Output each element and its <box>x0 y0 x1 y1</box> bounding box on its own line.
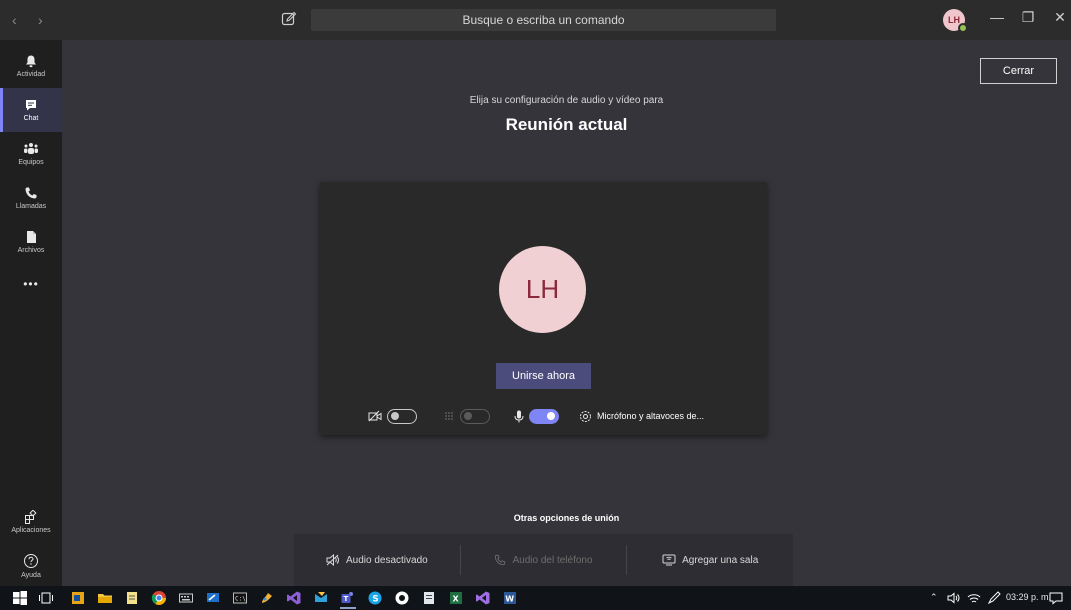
paint-icon[interactable] <box>259 590 275 606</box>
app-rail: Actividad Chat Equipos Llamadas Archivos… <box>0 40 62 586</box>
rail-item-ayuda[interactable]: Ayuda <box>0 544 62 588</box>
back-button[interactable]: ‹ <box>12 12 17 28</box>
file-icon <box>27 231 36 243</box>
skype-icon[interactable]: S <box>367 590 383 606</box>
excel-icon[interactable]: X <box>448 590 464 606</box>
phone-audio-option: Audio del teléfono <box>459 545 627 575</box>
speaker-off-icon <box>326 554 339 566</box>
microphone-icon <box>514 410 524 422</box>
option-label: Audio del teléfono <box>512 554 593 566</box>
wifi-icon[interactable] <box>966 590 982 606</box>
rail-item-label: Equipos <box>18 159 44 166</box>
option-label: Audio desactivado <box>345 554 428 566</box>
github-icon[interactable] <box>394 590 410 606</box>
close-button[interactable]: Cerrar <box>980 58 1057 84</box>
windows-start-icon[interactable] <box>12 590 28 606</box>
rail-item-llamadas[interactable]: Llamadas <box>0 176 62 220</box>
rail-item-label: Actividad <box>16 71 46 78</box>
window-close-button[interactable]: ✕ <box>1050 9 1070 26</box>
keyboard-app-icon[interactable] <box>178 590 194 606</box>
audio-off-option[interactable]: Audio desactivado <box>294 545 460 575</box>
compose-icon[interactable] <box>281 11 297 27</box>
room-icon <box>662 554 676 566</box>
rail-item-label: Llamadas <box>15 203 47 210</box>
app-icon[interactable] <box>313 590 329 606</box>
settings-icon <box>580 410 591 422</box>
rail-item-label: Archivos <box>17 247 45 254</box>
command-prompt-icon[interactable]: C:\ <box>232 590 248 606</box>
rail-item-chat[interactable]: Chat <box>0 88 62 132</box>
clock-time[interactable]: 03:29 p. m. <box>1006 592 1051 602</box>
blur-toggle[interactable] <box>460 408 490 424</box>
device-settings-link[interactable]: Micrófono y altavoces de... <box>597 411 704 421</box>
os-taskbar: C:\ T S X W ⌃ 03:29 p. m. <box>0 586 1071 610</box>
chat-icon <box>26 100 36 111</box>
rail-item-label: Chat <box>23 115 39 122</box>
pen-icon[interactable] <box>986 590 1002 606</box>
device-controls: Micrófono y altavoces de... <box>368 406 704 426</box>
vscode-icon[interactable] <box>475 590 491 606</box>
mic-toggle[interactable] <box>529 408 559 424</box>
prejoin-subtitle: Elija su configuración de audio y vídeo … <box>469 95 664 106</box>
minimize-button[interactable]: — <box>987 9 1007 25</box>
video-preview: LH Unirse ahora Micrófono y altavoces de… <box>320 182 767 435</box>
add-room-option[interactable]: Agregar una sala <box>626 545 793 575</box>
join-now-button[interactable]: Unirse ahora <box>496 363 591 389</box>
svg-text:T: T <box>344 595 349 603</box>
rail-item-archivos[interactable]: Archivos <box>0 220 62 264</box>
rail-item-more[interactable]: ••• <box>0 264 62 304</box>
rail-item-label: Aplicaciones <box>11 527 51 534</box>
rail-item-label: Ayuda <box>21 572 41 579</box>
prejoin-screen: Cerrar Elija su configuración de audio y… <box>62 40 1071 586</box>
video-toggle[interactable] <box>387 408 417 424</box>
svg-text:X: X <box>453 595 460 604</box>
notifications-icon[interactable] <box>1048 590 1064 606</box>
svg-text:W: W <box>505 595 514 604</box>
more-icon: ••• <box>23 277 39 291</box>
outlook-icon[interactable] <box>70 590 86 606</box>
volume-icon[interactable] <box>946 590 962 606</box>
status-available-icon <box>958 23 968 33</box>
tray-chevron-icon[interactable]: ⌃ <box>930 592 938 603</box>
bell-icon <box>26 55 36 68</box>
notes-app-icon[interactable] <box>421 590 437 606</box>
apps-icon <box>25 510 37 524</box>
chrome-icon[interactable] <box>151 590 167 606</box>
option-label: Agregar una sala <box>682 554 759 566</box>
teams-taskbar-icon[interactable]: T <box>340 590 356 606</box>
camera-off-icon <box>368 410 382 422</box>
title-bar: ‹ › Busque o escriba un comando LH — ❐ ✕ <box>0 0 1071 40</box>
other-options-title: Otras opciones de unión <box>513 513 620 523</box>
rail-item-aplicaciones[interactable]: Aplicaciones <box>0 500 62 544</box>
avatar: LH <box>499 246 586 333</box>
running-indicator <box>340 607 356 609</box>
file-explorer-icon[interactable] <box>97 590 113 606</box>
visual-studio-icon[interactable] <box>286 590 302 606</box>
forward-button[interactable]: › <box>38 12 43 28</box>
maximize-button[interactable]: ❐ <box>1018 9 1038 26</box>
help-icon <box>24 554 38 568</box>
command-search-input[interactable]: Busque o escriba un comando <box>311 9 776 31</box>
svg-text:C:\: C:\ <box>235 596 246 603</box>
svg-text:S: S <box>372 595 378 605</box>
word-icon[interactable]: W <box>502 590 518 606</box>
remote-desktop-icon[interactable] <box>205 590 221 606</box>
rail-item-equipos[interactable]: Equipos <box>0 132 62 176</box>
background-blur-icon <box>445 412 453 420</box>
task-view-icon[interactable] <box>38 590 54 606</box>
rail-item-actividad[interactable]: Actividad <box>0 44 62 88</box>
phone-icon <box>25 187 37 199</box>
teams-icon <box>24 143 38 154</box>
join-options-bar: Audio desactivado Audio del teléfono Agr… <box>294 534 793 586</box>
notepad-icon[interactable] <box>124 590 140 606</box>
meeting-title: Reunión actual <box>505 115 628 134</box>
phone-icon <box>495 554 506 566</box>
